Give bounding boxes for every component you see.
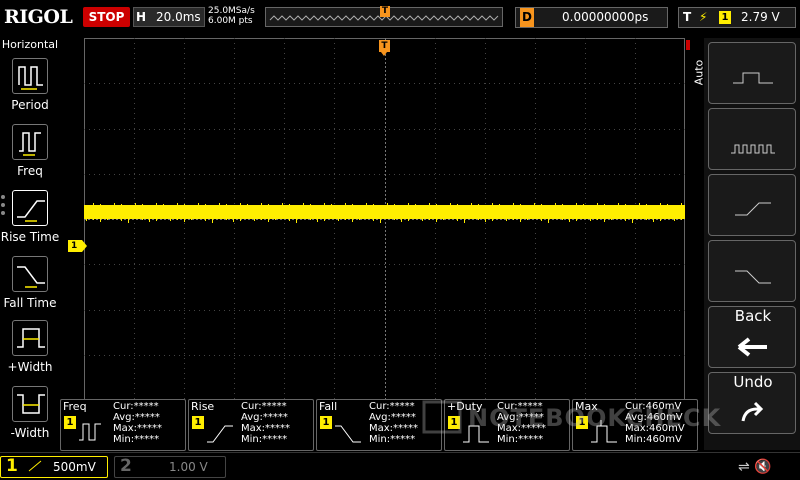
watermark-logo-icon — [422, 400, 462, 434]
stat-avg: Avg:***** — [113, 412, 160, 423]
top-status-bar: RIGOL STOP H 20.0ms 25.0MSa/s 6.00M pts … — [0, 0, 800, 36]
measurement-name: Freq — [63, 400, 87, 413]
trigger-label: T — [683, 10, 692, 24]
menu-label-period: Period — [11, 98, 49, 112]
trigger-position-marker[interactable]: T — [380, 6, 390, 17]
watermark-text: NOTEBOOKCHECK — [468, 404, 722, 432]
channel-2-button[interactable]: 2 1.00 V — [114, 456, 226, 478]
softkey-fall-ramp[interactable] — [708, 240, 796, 302]
measurement-name: Fall — [319, 400, 338, 413]
stat-max: Max:***** — [241, 423, 291, 434]
menu-label-freq: Freq — [17, 164, 43, 178]
measurement-rise[interactable]: Rise 1 Cur:***** Avg:***** Max:***** Min… — [188, 399, 314, 451]
stat-min: Min:***** — [241, 434, 288, 445]
stat-avg: Avg:***** — [369, 412, 416, 423]
menu-item-period[interactable]: Period — [0, 56, 60, 120]
trigger-level: 2.79 V — [741, 10, 780, 24]
delay-label: D — [520, 8, 534, 27]
rising-edge-icon: ⚡ — [699, 10, 708, 24]
menu-page-indicator — [1, 195, 7, 219]
horizontal-scale-box[interactable]: H 20.0ms — [133, 7, 205, 27]
stat-min: Min:***** — [369, 434, 416, 445]
measurement-name: Rise — [191, 400, 215, 413]
channel-1-offset-marker[interactable]: 1 — [68, 240, 87, 252]
delay-box[interactable]: D 0.00000000ps — [515, 7, 668, 28]
watermark: NOTEBOOKCHECK — [420, 396, 800, 440]
status-icons: ⇌ 🔇 — [738, 459, 772, 475]
back-arrow-icon — [737, 337, 767, 357]
delay-value: 0.00000000ps — [562, 10, 649, 24]
usb-icon: ⇌ — [738, 459, 750, 475]
positive-width-icon — [12, 320, 48, 356]
back-button[interactable]: Back — [708, 306, 796, 368]
trigger-level-marker — [686, 40, 690, 50]
mode-label: Auto — [692, 59, 706, 86]
trigger-source-badge: 1 — [719, 11, 731, 24]
stat-cur: Cur:***** — [241, 401, 287, 412]
rise-time-icon — [207, 425, 233, 443]
frequency-icon — [12, 124, 48, 160]
stat-cur: Cur:***** — [369, 401, 415, 412]
channel-1-scale: 500mV — [53, 460, 96, 474]
menu-title: Horizontal — [1, 38, 59, 51]
menu-item-positive-width[interactable]: +Width — [0, 318, 60, 382]
menu-item-freq[interactable]: Freq — [0, 122, 60, 186]
speaker-muted-icon: 🔇 — [754, 459, 772, 475]
softkey-rise-ramp[interactable] — [708, 174, 796, 236]
channel-2-scale: 1.00 V — [169, 460, 208, 474]
rise-time-icon — [12, 190, 48, 226]
single-pulse-icon — [733, 72, 773, 84]
horizontal-scale-value: 20.0ms — [156, 10, 201, 24]
run-stop-button[interactable]: STOP — [83, 7, 130, 27]
stat-cur: Cur:***** — [113, 401, 159, 412]
measurement-stats: Cur:***** Avg:***** Max:***** Min:***** — [241, 401, 290, 445]
channel-1-trace — [84, 205, 685, 219]
negative-width-icon — [12, 386, 48, 422]
stat-min: Min:***** — [113, 434, 160, 445]
softkey-single-pulse[interactable] — [708, 42, 796, 104]
fall-time-icon — [12, 256, 48, 292]
softkey-pulse-train[interactable] — [708, 108, 796, 170]
stat-avg: Avg:***** — [241, 412, 288, 423]
pulse-train-icon — [731, 144, 775, 154]
channel-status-bar: 1 500mV 2 1.00 V ⇌ 🔇 — [0, 452, 800, 480]
menu-label-negative-width: -Width — [10, 426, 50, 440]
menu-item-rise-time[interactable]: Rise Time — [0, 188, 60, 252]
measurement-stats: Cur:***** Avg:***** Max:***** Min:***** — [113, 401, 162, 445]
stat-max: Max:***** — [369, 423, 419, 434]
stat-max: Max:***** — [113, 423, 163, 434]
menu-label-fall-time: Fall Time — [3, 296, 57, 310]
menu-label-rise-time: Rise Time — [0, 230, 60, 244]
bandwidth-limit-icon — [28, 460, 42, 472]
brand-logo: RIGOL — [4, 6, 73, 28]
menu-item-negative-width[interactable]: -Width — [0, 384, 60, 448]
channel-2-number: 2 — [120, 456, 132, 476]
frequency-icon — [79, 423, 101, 441]
memory-depth: 6.00M pts — [208, 16, 253, 26]
waveform-display[interactable] — [84, 38, 685, 400]
measurement-stats: Cur:***** Avg:***** Max:***** Min:***** — [369, 401, 418, 445]
measurement-freq[interactable]: Freq 1 Cur:***** Avg:***** Max:***** Min… — [60, 399, 186, 451]
channel-1-button[interactable]: 1 500mV — [0, 456, 108, 478]
fall-ramp-icon — [735, 270, 771, 284]
channel-1-number: 1 — [6, 456, 18, 476]
horizontal-label: H — [136, 10, 147, 24]
sample-rate: 25.0MSa/s — [208, 6, 255, 16]
fall-time-icon — [335, 425, 361, 443]
trigger-time-marker[interactable]: T — [379, 40, 390, 56]
menu-item-fall-time[interactable]: Fall Time — [0, 254, 60, 318]
rise-ramp-icon — [735, 202, 771, 216]
menu-label-positive-width: +Width — [7, 360, 53, 374]
acquisition-info: 25.0MSa/s 6.00M pts — [208, 6, 255, 26]
horizontal-measure-menu: Horizontal Period Freq Rise Time Fall Ti… — [0, 38, 60, 450]
period-icon — [12, 58, 48, 94]
trigger-box[interactable]: T ⚡ 1 2.79 V — [678, 7, 796, 28]
